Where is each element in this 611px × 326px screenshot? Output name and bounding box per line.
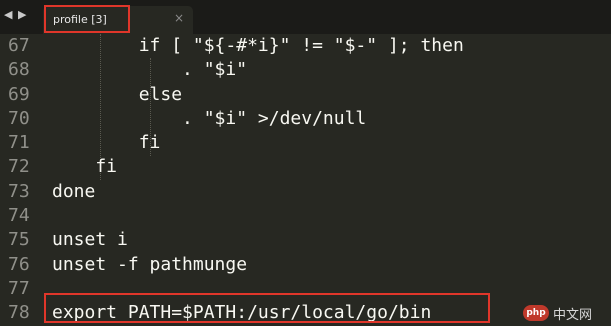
line-text[interactable]: . "$i"	[52, 58, 247, 82]
code-editor[interactable]: 67 if [ "${-#*i}" != "$-" ]; then 68 . "$…	[0, 34, 611, 326]
code-line[interactable]: 70 . "$i" >/dev/null	[0, 107, 611, 131]
line-number: 71	[8, 132, 30, 154]
line-number: 73	[8, 180, 30, 202]
line-number: 72	[8, 156, 30, 178]
code-line[interactable]: 69 else	[0, 83, 611, 107]
forward-arrow-icon[interactable]: ▶	[18, 8, 26, 21]
tab-highlight-box	[44, 5, 130, 33]
line-text[interactable]: done	[52, 180, 95, 204]
line-number: 76	[8, 253, 30, 275]
code-line[interactable]: 75 unset i	[0, 228, 611, 252]
tab-bar: ◀ ▶ profile [3] ×	[0, 0, 611, 34]
line-text[interactable]: fi	[52, 131, 161, 155]
line-text[interactable]: unset i	[52, 228, 128, 252]
watermark-text: 中文网	[553, 308, 593, 323]
line-number: 77	[8, 277, 30, 299]
code-line[interactable]: 72 fi	[0, 155, 611, 179]
line-text[interactable]: . "$i" >/dev/null	[52, 107, 366, 131]
line-number: 69	[8, 83, 30, 105]
code-line[interactable]: 74	[0, 204, 611, 228]
line-text[interactable]: unset -f pathmunge	[52, 253, 247, 277]
line-number: 68	[8, 59, 30, 81]
close-icon[interactable]: ×	[174, 11, 184, 25]
back-arrow-icon[interactable]: ◀	[4, 8, 12, 21]
line-number: 70	[8, 107, 30, 129]
php-logo: php	[523, 305, 549, 321]
line-highlight-box	[44, 293, 490, 323]
code-line[interactable]: 68 . "$i"	[0, 58, 611, 82]
code-line[interactable]: 67 if [ "${-#*i}" != "$-" ]; then	[0, 34, 611, 58]
line-number: 74	[8, 205, 30, 227]
line-number: 75	[8, 229, 30, 251]
code-line[interactable]: 73 done	[0, 180, 611, 204]
line-text[interactable]: else	[52, 83, 182, 107]
line-number: 78	[8, 302, 30, 324]
line-text[interactable]: fi	[52, 155, 117, 179]
watermark: php 中文网	[523, 303, 611, 323]
line-text[interactable]: if [ "${-#*i}" != "$-" ]; then	[52, 34, 464, 58]
code-line[interactable]: 71 fi	[0, 131, 611, 155]
code-line[interactable]: 76 unset -f pathmunge	[0, 253, 611, 277]
line-number: 67	[8, 35, 30, 56]
